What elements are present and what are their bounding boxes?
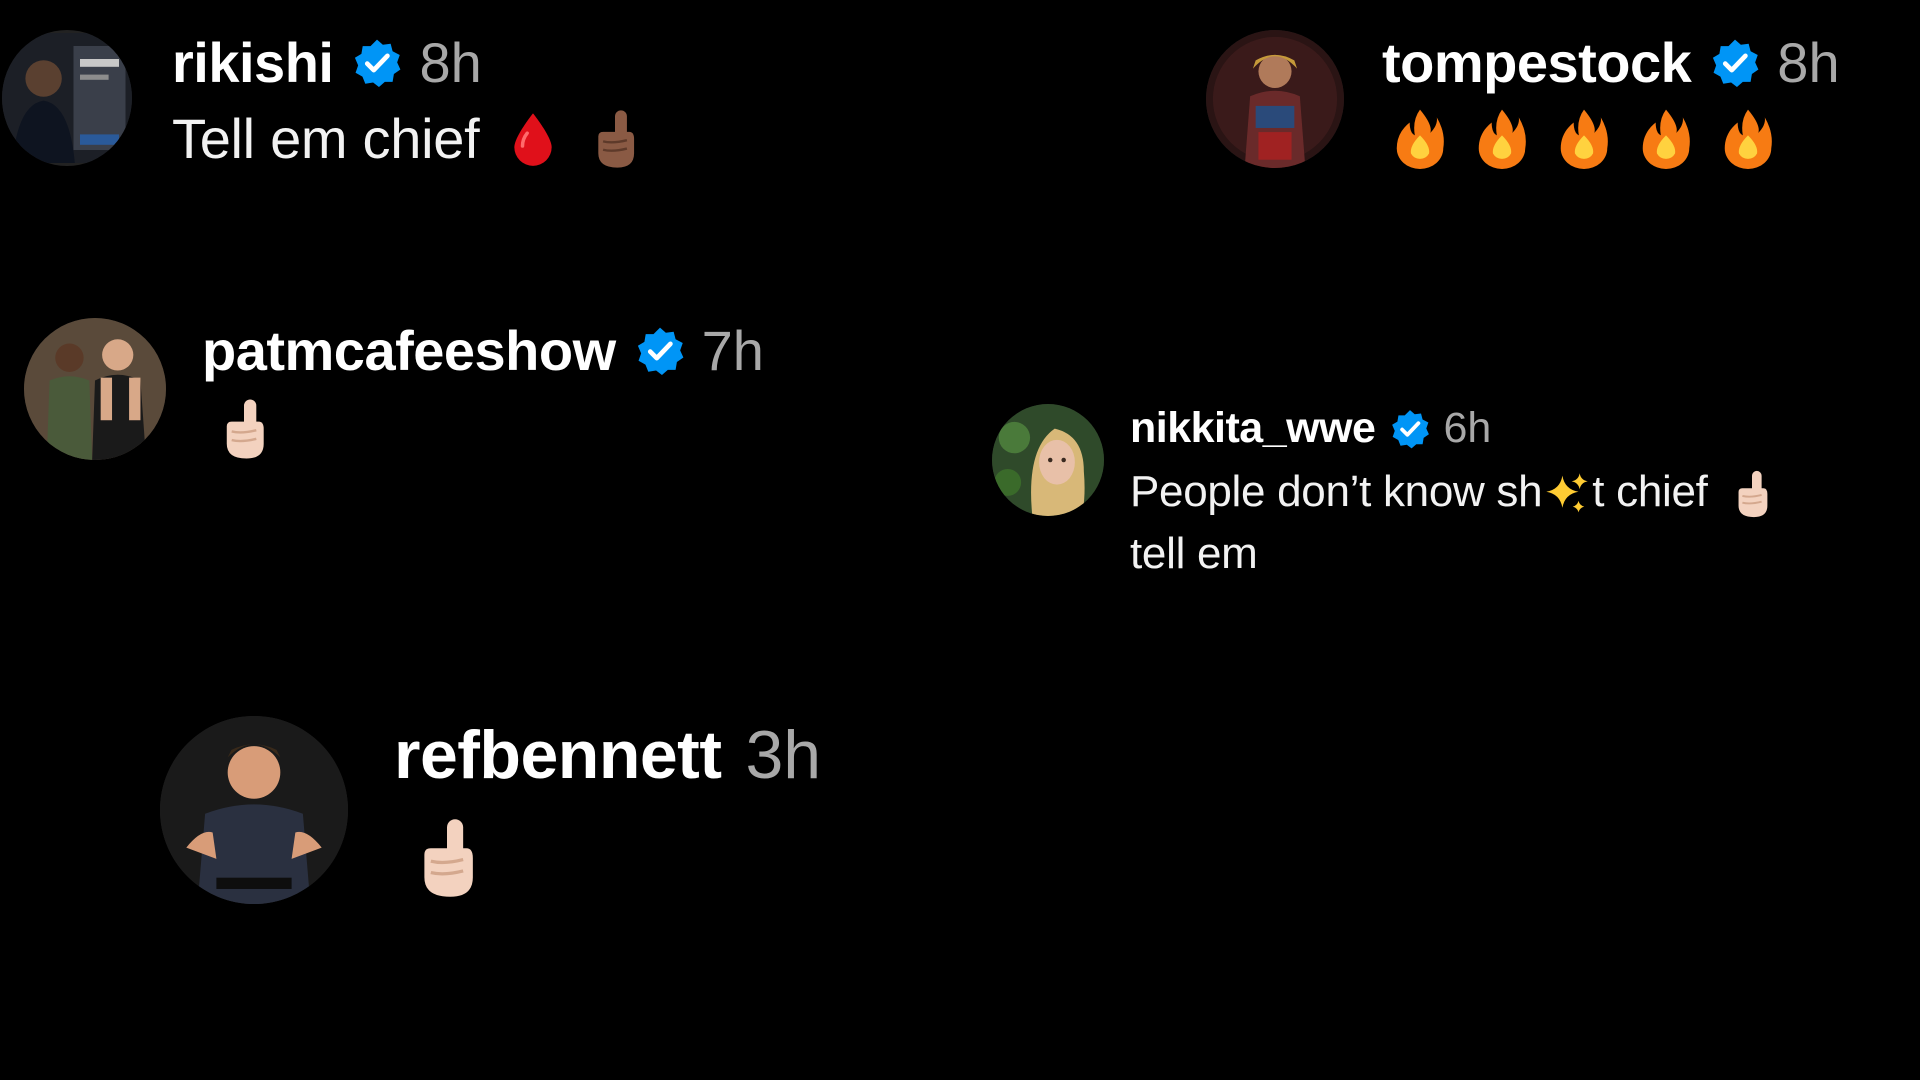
comment-text-part-2: t chief [1592,467,1708,516]
timestamp: 8h [419,31,482,94]
comment-text [202,397,764,461]
verified-badge-icon [1709,37,1761,89]
index-pointing-up-icon [218,397,270,461]
avatar-nikkita-wwe[interactable] [992,404,1104,516]
username[interactable]: rikishi [172,30,334,95]
comment-text-part-1: People don’t know sh [1130,467,1543,516]
comment-text [394,816,821,900]
avatar-rikishi[interactable] [2,30,132,166]
avatar-tompestock[interactable] [1206,30,1344,168]
comment-tompestock: tompestock 8h [1206,30,1840,169]
fire-icon [1476,107,1528,169]
username[interactable]: patmcafeeshow [202,318,616,383]
index-pointing-up-icon [414,816,480,900]
timestamp: 7h [701,319,764,382]
comment-rikishi: rikishi 8h Tell em chief [2,30,639,172]
index-pointing-up-icon [591,108,639,170]
username[interactable]: tompestock [1382,30,1692,95]
fire-icon [1640,107,1692,169]
comment-refbennett: refbennett 3h [160,716,821,904]
verified-badge-icon [1389,408,1431,450]
avatar-refbennett[interactable] [160,716,348,904]
verified-badge-icon [634,325,686,377]
index-pointing-up-icon [1732,469,1772,519]
comment-text: People don’t know sh t chief tell em [1130,461,1772,584]
comments-canvas: rikishi 8h Tell em chief tompestock 8h p… [0,0,1920,1080]
timestamp: 8h [1777,31,1840,94]
username[interactable]: refbennett [394,716,722,794]
comment-text-content: Tell em chief [172,107,480,170]
fire-icon [1394,107,1446,169]
comment-patmcafeeshow: patmcafeeshow 7h [24,318,764,461]
sparkles-icon [1544,471,1590,517]
drop-of-blood-icon [509,111,557,167]
comment-text: Tell em chief [172,105,639,172]
avatar-patmcafeeshow[interactable] [24,318,166,460]
fire-icon [1558,107,1610,169]
fire-icon [1722,107,1774,169]
timestamp: 3h [745,717,822,793]
timestamp: 6h [1443,404,1492,452]
comment-text-part-3: tell em [1130,528,1258,578]
verified-badge-icon [351,37,403,89]
comment-text [1382,107,1840,169]
comment-nikkita-wwe: nikkita_wwe 6h People don’t know sh t ch… [992,404,1772,584]
username[interactable]: nikkita_wwe [1130,404,1376,453]
